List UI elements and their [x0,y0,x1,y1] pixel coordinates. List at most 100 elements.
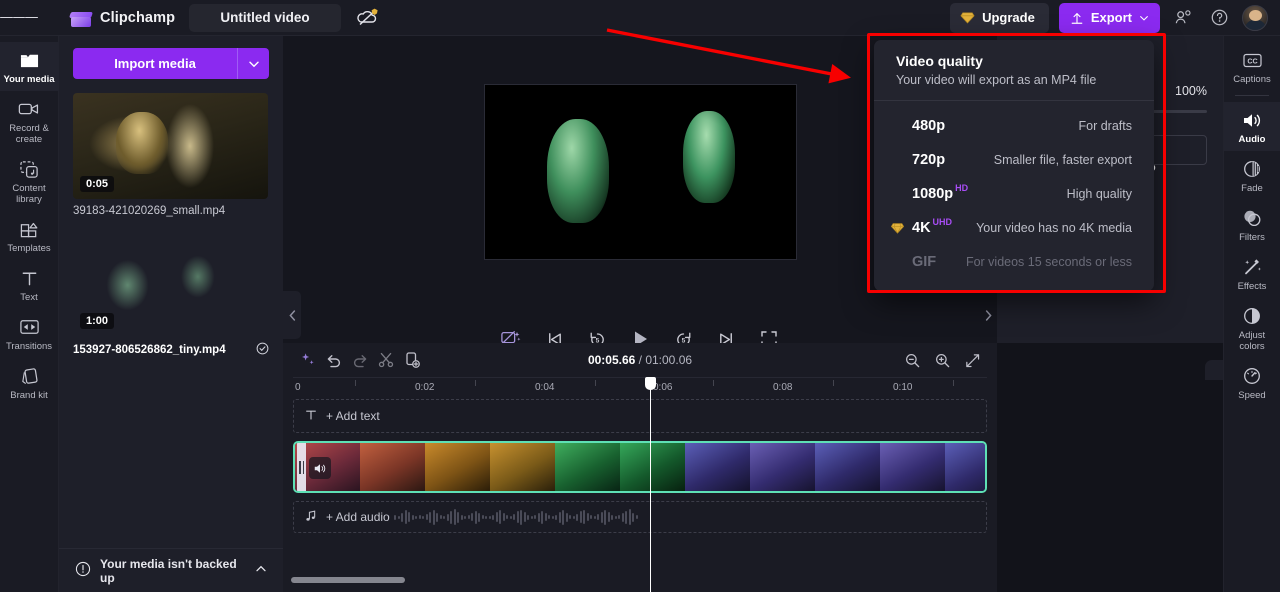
media-filename: 39183-421020269_small.mp4 [73,205,226,217]
brand: Clipchamp [69,9,176,27]
text-t-icon [18,268,40,288]
dropdown-title: Video quality [896,53,983,69]
clipchamp-app: Clipchamp Untitled video Upgrade Export … [0,0,1280,592]
zoom-out-button[interactable] [899,347,925,373]
media-list-item[interactable]: 1:00 153927-806526862_tiny.mp4 [73,230,269,358]
sidebar-label: Fade [1241,183,1263,194]
sidebar-label: Filters [1239,232,1265,243]
split-button[interactable] [373,347,399,373]
quality-label: 4K UHD [912,217,953,236]
fit-to-timeline-button[interactable] [959,347,985,373]
backup-status-bar[interactable]: Your media isn't backed up [59,548,283,592]
video-clip[interactable] [293,441,987,493]
clip-thumbnail-strip [295,443,985,491]
timeline-tracks: + Add text + Add audio [293,399,987,533]
hamburger-menu-icon[interactable] [0,0,39,36]
sidebar-item-content-library[interactable]: Content library [0,151,59,211]
upgrade-label: Upgrade [982,10,1035,25]
redo-button[interactable] [347,347,373,373]
sidebar-item-your-media[interactable]: Your media [0,42,59,91]
ruler-tick: 0 [295,382,301,393]
media-list: 0:05 39183-421020269_small.mp4 1:00 1539… [59,79,283,548]
video-preview-canvas[interactable] [485,85,796,259]
sidebar-item-fade[interactable]: Fade [1224,151,1280,200]
timeline: 00:05.66 / 01:00.06 0 0:02 0:04 0:06 0:0… [283,343,997,592]
brand-kit-icon [18,366,40,386]
media-list-item[interactable]: 0:05 39183-421020269_small.mp4 [73,93,269,217]
media-thumbnail[interactable]: 1:00 [73,230,268,336]
chevron-up-icon[interactable] [255,563,267,578]
panel-collapse-right-chevron-icon[interactable] [979,291,997,339]
import-media-chevron-down-icon[interactable] [237,48,269,79]
cloud-off-icon[interactable] [355,5,381,31]
right-sidebar: CC Captions Audio Fade Filters Effects A… [1223,36,1280,592]
timeline-toolbar: 00:05.66 / 01:00.06 [283,343,997,377]
zoom-in-button[interactable] [929,347,955,373]
sidebar-label: Content library [12,183,46,205]
sidebar-item-captions[interactable]: CC Captions [1224,42,1280,91]
sidebar-label: Your media [3,74,55,85]
quality-description: Smaller file, faster export [993,153,1132,167]
sidebar-item-audio[interactable]: Audio [1223,102,1280,151]
clip-trim-handle[interactable] [297,443,306,491]
quality-option-1080p[interactable]: 1080p HD High quality [874,177,1154,211]
media-filename-row: 39183-421020269_small.mp4 [73,205,269,217]
top-bar: Clipchamp Untitled video Upgrade Export [0,0,1280,36]
clip-volume-button[interactable] [309,457,331,479]
quality-badge-hd: HD [955,183,969,193]
add-text-track[interactable]: + Add text [293,399,987,433]
panel-collapse-left-chevron-icon[interactable] [283,291,301,339]
quality-badge-uhd: UHD [932,217,953,227]
playhead-knob[interactable] [645,377,656,390]
export-label: Export [1090,10,1132,25]
sidebar-item-filters[interactable]: Filters [1224,200,1280,249]
ruler-minor-tick [833,380,834,386]
sidebar-label: Audio [1238,134,1266,145]
quality-option-480p[interactable]: 480p For drafts [874,109,1154,143]
diamond-icon [960,12,975,24]
sidebar-item-templates[interactable]: Templates [0,211,59,260]
duplicate-button[interactable] [399,347,425,373]
sidebar-label: Text [20,292,38,303]
content-library-icon [18,159,40,179]
share-people-icon[interactable] [1170,5,1196,31]
add-audio-track[interactable]: + Add audio [293,501,987,533]
sidebar-divider [1235,95,1269,96]
brand-name: Clipchamp [100,9,176,26]
sidebar-item-transitions[interactable]: Transitions [0,309,59,358]
quality-description: For drafts [1078,119,1133,133]
text-t-icon [304,408,318,425]
sidebar-item-adjust-colors[interactable]: Adjust colors [1224,298,1280,358]
svg-text:CC: CC [1247,57,1257,65]
ruler-minor-tick [355,380,356,386]
ai-suggestions-button[interactable] [295,347,321,373]
quality-option-720p[interactable]: 720p Smaller file, faster export [874,143,1154,177]
quality-label: 1080p HD [912,183,969,202]
ruler-minor-tick [595,380,596,386]
upgrade-button[interactable]: Upgrade [950,2,1049,33]
captions-cc-icon: CC [1241,50,1263,70]
user-avatar[interactable] [1242,4,1268,31]
import-media-button[interactable]: Import media [73,48,237,79]
export-button[interactable]: Export [1058,2,1160,33]
sidebar-item-record-create[interactable]: Record & create [0,91,59,151]
quality-description: High quality [1066,187,1132,201]
sidebar-item-effects[interactable]: Effects [1224,249,1280,298]
sidebar-item-text[interactable]: Text [0,260,59,309]
sidebar-item-brand-kit[interactable]: Brand kit [0,358,59,407]
timeline-zoom-tools [899,347,985,373]
project-title-input[interactable]: Untitled video [189,3,342,32]
help-circle-icon[interactable] [1206,5,1232,31]
undo-button[interactable] [321,347,347,373]
sidebar-item-speed[interactable]: Speed [1224,358,1280,407]
quality-option-4k[interactable]: 4K UHD Your video has no 4K media [874,211,1154,245]
quality-text: 480p [912,118,946,134]
speedometer-icon [1241,366,1263,386]
left-sidebar: Your media Record & create Content libra… [0,36,59,592]
timeline-playhead[interactable] [645,377,656,592]
timeline-ruler[interactable]: 0 0:02 0:04 0:06 0:08 0:10 [293,377,987,399]
audio-waveform [394,502,982,532]
import-media-row: Import media [59,36,283,79]
timeline-horizontal-scrollbar[interactable] [291,577,405,583]
media-thumbnail[interactable]: 0:05 [73,93,268,199]
